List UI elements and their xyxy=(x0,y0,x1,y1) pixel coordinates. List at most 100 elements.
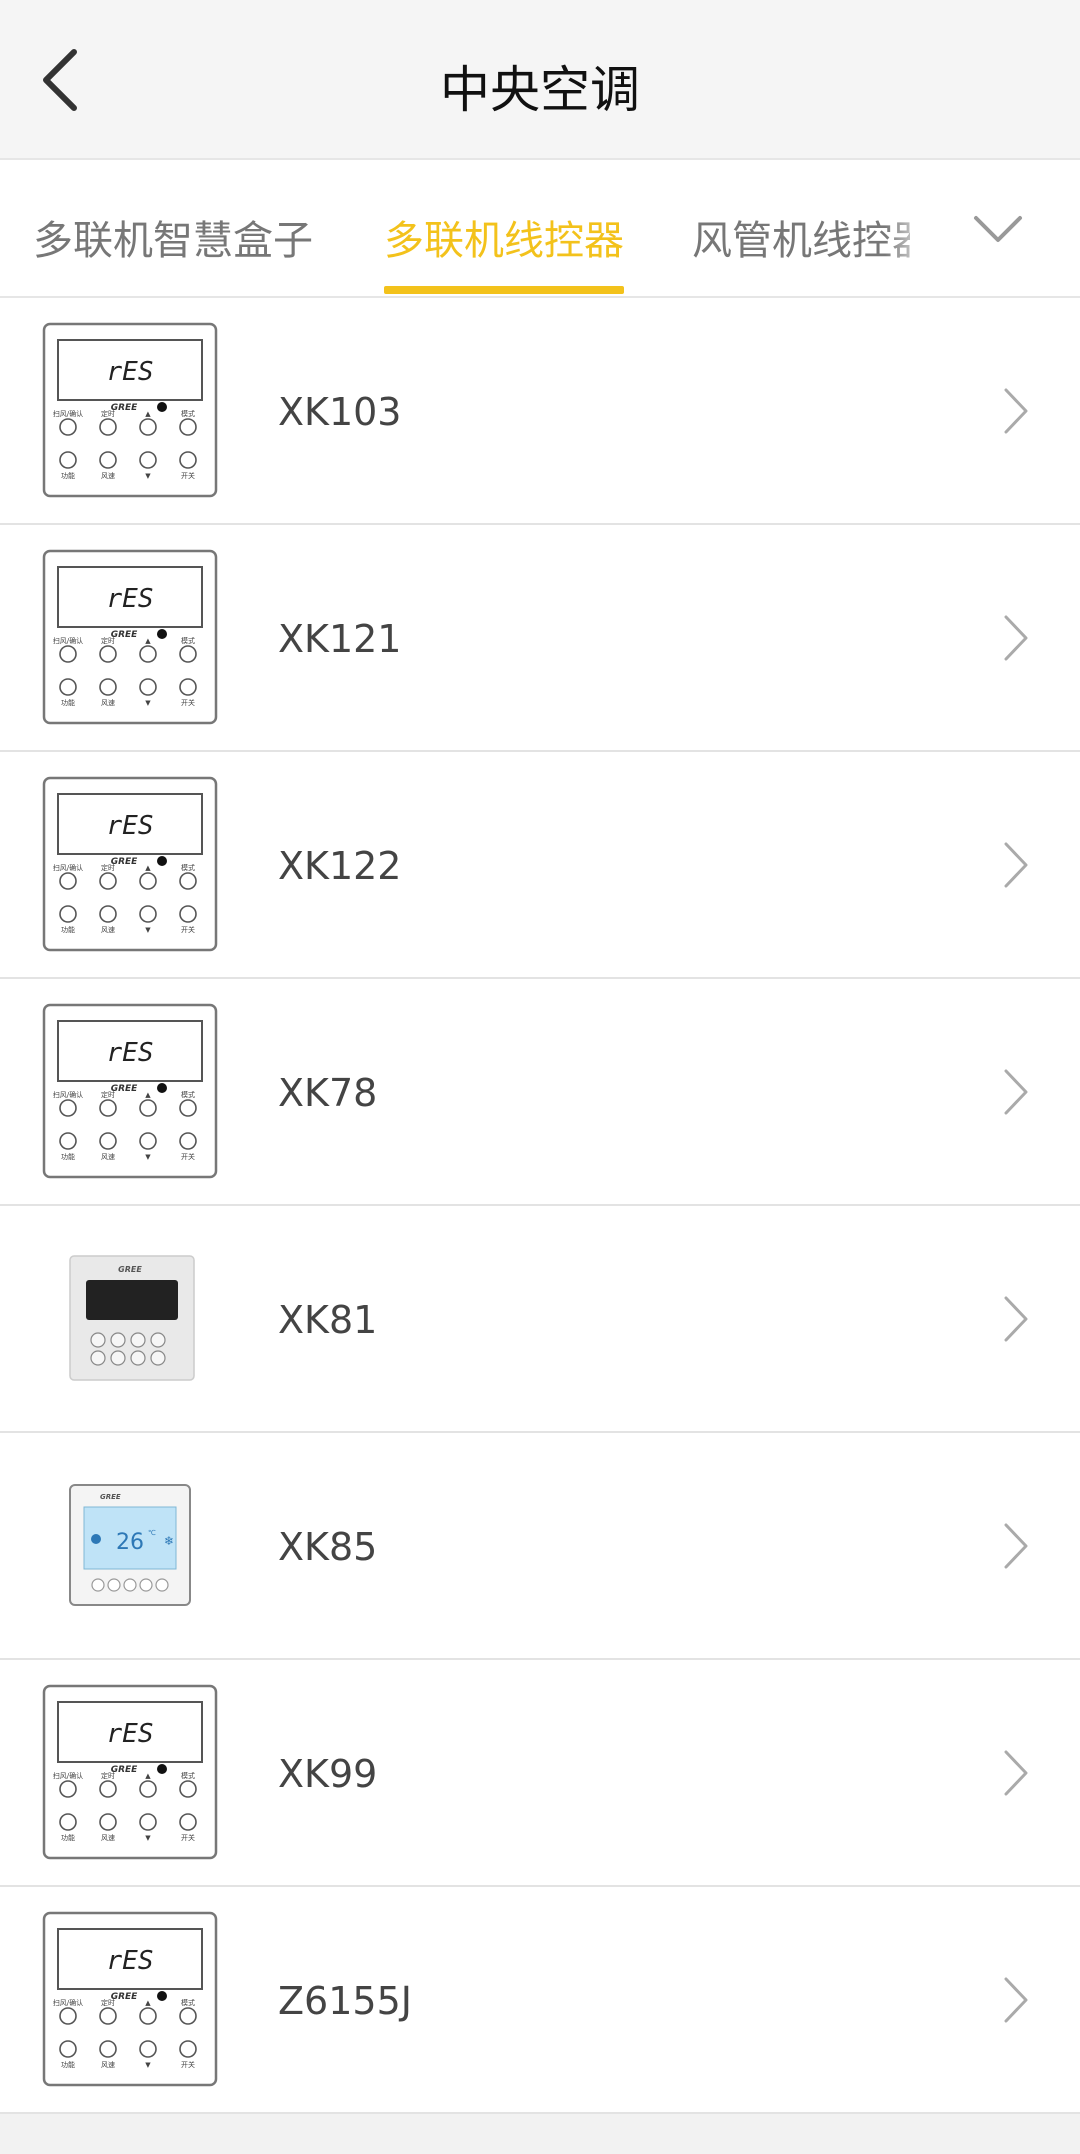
list-item[interactable]: GREE XK81 xyxy=(0,1206,1080,1433)
svg-text:扫风/确认: 扫风/确认 xyxy=(53,409,83,418)
list-item[interactable]: rES GREE 扫风/确认 功能 定时 风速 ▲ ▼ 模式 开关 XK122 xyxy=(0,752,1080,979)
svg-text:rES: rES xyxy=(107,1946,154,1976)
page-title: 中央空调 xyxy=(440,61,640,119)
svg-text:开关: 开关 xyxy=(181,1833,195,1842)
svg-text:rES: rES xyxy=(107,1719,154,1749)
chevron-right-icon xyxy=(1004,388,1028,434)
svg-text:开关: 开关 xyxy=(181,1152,195,1161)
svg-text:模式: 模式 xyxy=(181,1998,195,2007)
controller-name: XK85 xyxy=(278,1525,378,1569)
chevron-right-icon xyxy=(1004,842,1028,888)
svg-text:定时: 定时 xyxy=(101,409,115,418)
controller-image: rES GREE 扫风/确认 功能 定时 风速 ▲ ▼ 模式 开关 xyxy=(40,547,220,727)
svg-text:▲: ▲ xyxy=(145,410,151,418)
svg-text:GREE: GREE xyxy=(118,1265,142,1274)
svg-text:扫风/确认: 扫风/确认 xyxy=(53,636,83,645)
svg-text:▼: ▼ xyxy=(145,699,151,707)
svg-text:定时: 定时 xyxy=(101,1771,115,1780)
svg-text:开关: 开关 xyxy=(181,698,195,707)
svg-text:功能: 功能 xyxy=(61,698,75,707)
list-item[interactable]: rES GREE 扫风/确认 功能 定时 风速 ▲ ▼ 模式 开关 XK103 xyxy=(0,298,1080,525)
svg-text:模式: 模式 xyxy=(181,863,195,872)
controller-name: XK78 xyxy=(278,1071,378,1115)
bottom-fill xyxy=(0,2114,1080,2154)
svg-text:℃: ℃ xyxy=(148,1529,156,1537)
svg-text:定时: 定时 xyxy=(101,1090,115,1099)
svg-text:rES: rES xyxy=(107,811,154,841)
svg-text:风速: 风速 xyxy=(101,926,115,934)
svg-text:功能: 功能 xyxy=(61,1152,75,1161)
controller-name: XK121 xyxy=(278,617,402,661)
list-item[interactable]: GREE 26 ℃ ❄ XK85 xyxy=(0,1433,1080,1660)
svg-text:定时: 定时 xyxy=(101,863,115,872)
svg-text:▲: ▲ xyxy=(145,637,151,645)
svg-text:rES: rES xyxy=(107,357,154,387)
svg-text:▼: ▼ xyxy=(145,472,151,480)
svg-text:▲: ▲ xyxy=(145,1772,151,1780)
list-item[interactable]: rES GREE 扫风/确认 功能 定时 风速 ▲ ▼ 模式 开关 XK99 xyxy=(0,1660,1080,1887)
svg-text:▼: ▼ xyxy=(145,2061,151,2069)
controller-image: GREE 26 ℃ ❄ xyxy=(40,1455,220,1635)
svg-text:▼: ▼ xyxy=(145,1834,151,1842)
chevron-right-icon xyxy=(1004,1977,1028,2023)
svg-text:扫风/确认: 扫风/确认 xyxy=(53,1771,83,1780)
svg-text:rES: rES xyxy=(107,584,154,614)
controller-image: rES GREE 扫风/确认 功能 定时 风速 ▲ ▼ 模式 开关 xyxy=(40,1909,220,2089)
svg-text:▲: ▲ xyxy=(145,1091,151,1099)
svg-text:GREE: GREE xyxy=(100,1493,121,1501)
controller-image: rES GREE 扫风/确认 功能 定时 风速 ▲ ▼ 模式 开关 xyxy=(40,1682,220,1862)
svg-text:开关: 开关 xyxy=(181,471,195,480)
tab-duct-wired-controller[interactable]: 风管机线控器 xyxy=(692,208,910,266)
svg-text:模式: 模式 xyxy=(181,409,195,418)
svg-text:风速: 风速 xyxy=(101,2061,115,2069)
chevron-right-icon xyxy=(1004,615,1028,661)
svg-text:功能: 功能 xyxy=(61,925,75,934)
svg-text:扫风/确认: 扫风/确认 xyxy=(53,1090,83,1099)
controller-name: XK103 xyxy=(278,390,402,434)
controller-name: XK122 xyxy=(278,844,402,888)
svg-text:风速: 风速 xyxy=(101,699,115,707)
svg-text:功能: 功能 xyxy=(61,1833,75,1842)
svg-text:定时: 定时 xyxy=(101,1998,115,2007)
list-item[interactable]: rES GREE 扫风/确认 功能 定时 风速 ▲ ▼ 模式 开关 XK78 xyxy=(0,979,1080,1206)
svg-text:功能: 功能 xyxy=(61,471,75,480)
controller-image: rES GREE 扫风/确认 功能 定时 风速 ▲ ▼ 模式 开关 xyxy=(40,320,220,500)
svg-text:开关: 开关 xyxy=(181,925,195,934)
svg-text:风速: 风速 xyxy=(101,1153,115,1161)
chevron-right-icon xyxy=(1004,1069,1028,1115)
svg-text:扫风/确认: 扫风/确认 xyxy=(53,1998,83,2007)
svg-text:模式: 模式 xyxy=(181,636,195,645)
top-bar: 中央空调 xyxy=(0,0,1080,160)
chevron-down-icon[interactable] xyxy=(970,208,1026,248)
svg-text:模式: 模式 xyxy=(181,1090,195,1099)
list-item[interactable]: rES GREE 扫风/确认 功能 定时 风速 ▲ ▼ 模式 开关 XK121 xyxy=(0,525,1080,752)
controller-name: Z6155J xyxy=(278,1979,412,2023)
controller-image: rES GREE 扫风/确认 功能 定时 风速 ▲ ▼ 模式 开关 xyxy=(40,774,220,954)
svg-text:开关: 开关 xyxy=(181,2060,195,2069)
chevron-right-icon xyxy=(1004,1296,1028,1342)
svg-text:▼: ▼ xyxy=(145,1153,151,1161)
controller-name: XK99 xyxy=(278,1752,378,1796)
list-item[interactable]: rES GREE 扫风/确认 功能 定时 风速 ▲ ▼ 模式 开关 Z6155J xyxy=(0,1887,1080,2114)
svg-text:模式: 模式 xyxy=(181,1771,195,1780)
controller-name: XK81 xyxy=(278,1298,378,1342)
svg-text:▲: ▲ xyxy=(145,1999,151,2007)
svg-text:26: 26 xyxy=(116,1530,144,1555)
svg-text:定时: 定时 xyxy=(101,636,115,645)
svg-text:功能: 功能 xyxy=(61,2060,75,2069)
controller-image: rES GREE 扫风/确认 功能 定时 风速 ▲ ▼ 模式 开关 xyxy=(40,1001,220,1181)
svg-text:rES: rES xyxy=(107,1038,154,1068)
tab-vrf-smart-box[interactable]: 多联机智慧盒子 xyxy=(33,208,313,266)
svg-text:▼: ▼ xyxy=(145,926,151,934)
svg-text:风速: 风速 xyxy=(101,1834,115,1842)
svg-text:扫风/确认: 扫风/确认 xyxy=(53,863,83,872)
controller-list: rES GREE 扫风/确认 功能 定时 风速 ▲ ▼ 模式 开关 XK103 rES GRE… xyxy=(0,298,1080,2114)
active-tab-indicator xyxy=(384,286,624,294)
chevron-right-icon xyxy=(1004,1750,1028,1796)
chevron-right-icon xyxy=(1004,1523,1028,1569)
category-tabs: 多联机智慧盒子 多联机线控器 风管机线控器 xyxy=(0,160,1080,298)
tab-fade xyxy=(885,160,965,294)
svg-text:风速: 风速 xyxy=(101,472,115,480)
controller-image: GREE xyxy=(40,1228,220,1408)
tab-vrf-wired-controller[interactable]: 多联机线控器 xyxy=(384,208,624,266)
